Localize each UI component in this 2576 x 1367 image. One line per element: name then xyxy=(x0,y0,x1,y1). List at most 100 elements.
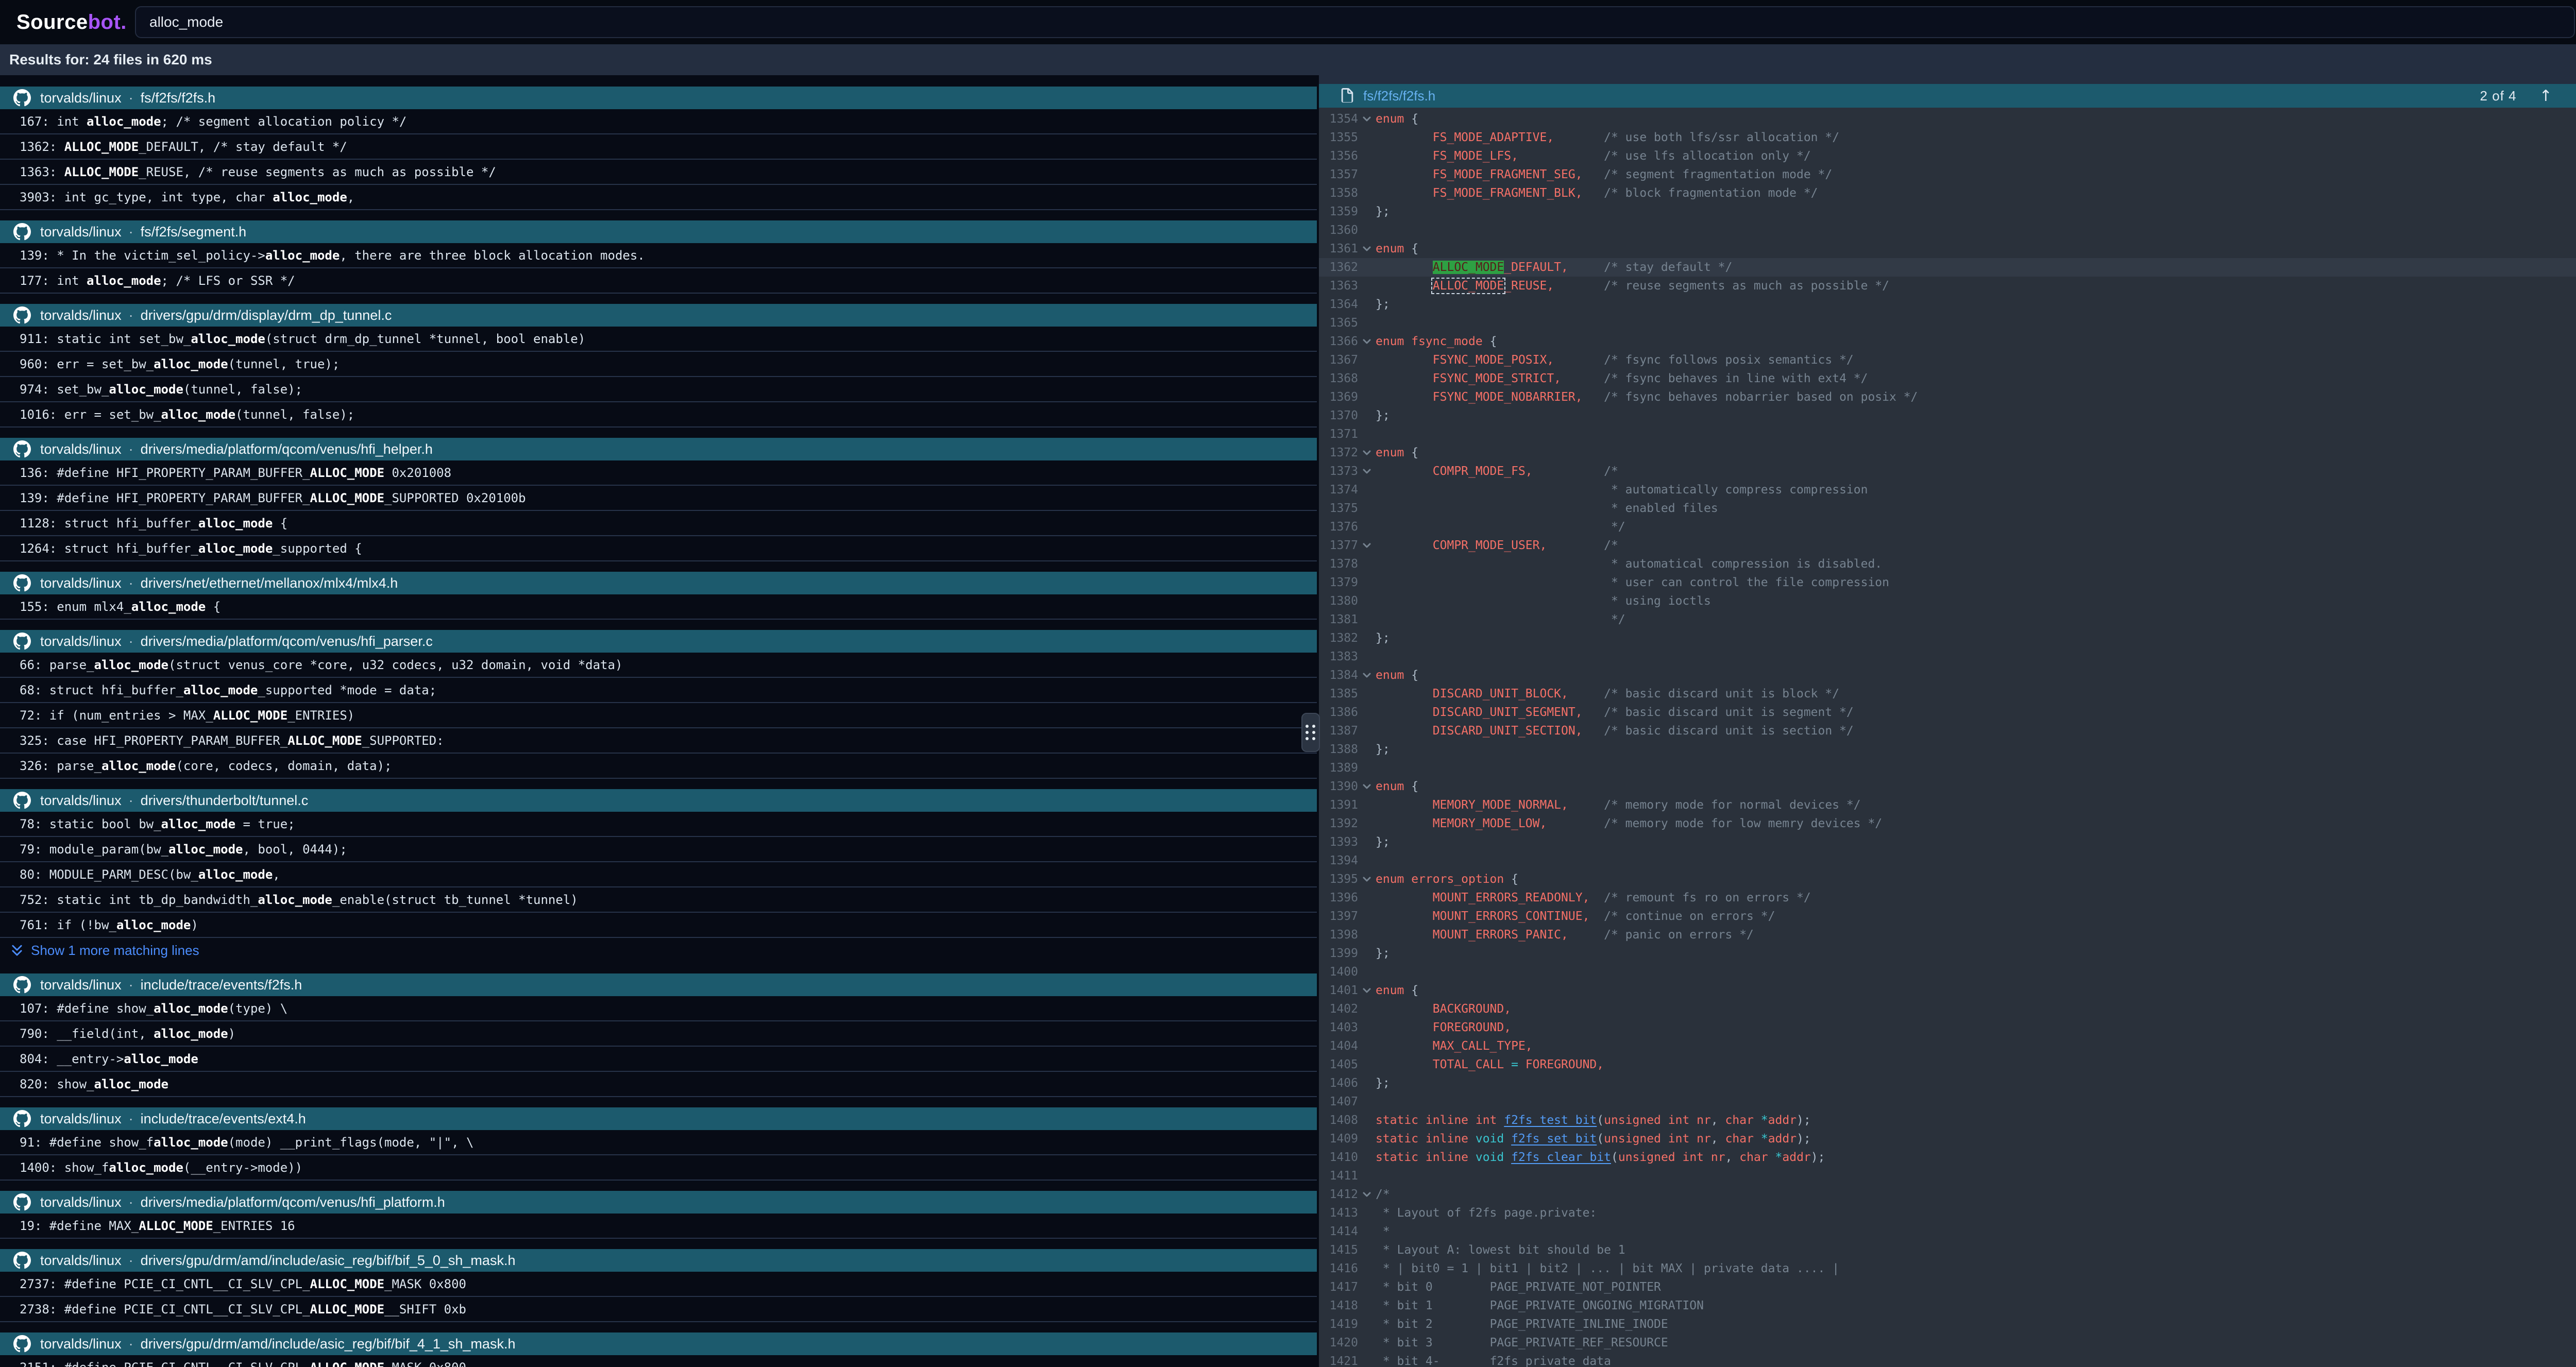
fold-chevron-icon[interactable] xyxy=(1362,448,1371,457)
line-number: 1389 xyxy=(1319,759,1358,777)
github-icon xyxy=(13,976,31,994)
match-line-row[interactable]: 790: __field(int, alloc_mode) xyxy=(0,1021,1317,1047)
file-group-header[interactable]: torvalds/linux·drivers/gpu/drm/amd/inclu… xyxy=(0,1249,1317,1272)
file-group-header[interactable]: torvalds/linux·drivers/gpu/drm/amd/inclu… xyxy=(0,1332,1317,1355)
match-line-row[interactable]: 72: if (num_entries > MAX_ALLOC_MODE_ENT… xyxy=(0,703,1317,728)
match-line-text: _MASK 0x800 xyxy=(384,1277,466,1291)
match-line-row[interactable]: 1264: struct hfi_buffer_alloc_mode_suppo… xyxy=(0,536,1317,561)
match-line-row[interactable]: 139: #define HFI_PROPERTY_PARAM_BUFFER_A… xyxy=(0,486,1317,511)
code-line: 1406}; xyxy=(1319,1074,2576,1092)
match-line-row[interactable]: 78: static bool bw_alloc_mode = true; xyxy=(0,812,1317,837)
code-line: 1400 xyxy=(1319,963,2576,981)
match-line-row[interactable]: 960: err = set_bw_alloc_mode(tunnel, tru… xyxy=(0,352,1317,377)
match-line-row[interactable]: 66: parse_alloc_mode(struct venus_core *… xyxy=(0,653,1317,678)
fold-chevron-icon[interactable] xyxy=(1362,986,1371,995)
match-highlight: alloc_mode xyxy=(87,274,161,288)
file-group-header[interactable]: torvalds/linux·fs/f2fs/f2fs.h xyxy=(0,87,1317,109)
preview-file-path-link[interactable]: fs/f2fs/f2fs.h xyxy=(1363,88,1435,104)
match-line-row[interactable]: 167: int alloc_mode; /* segment allocati… xyxy=(0,109,1317,134)
match-line-row[interactable]: 139: * In the victim_sel_policy->alloc_m… xyxy=(0,243,1317,268)
fold-chevron-icon[interactable] xyxy=(1362,337,1371,346)
line-number: 1391 xyxy=(1319,796,1358,814)
fold-chevron-icon[interactable] xyxy=(1362,875,1371,884)
operator-token: * xyxy=(1761,1132,1768,1146)
keyword-token: char xyxy=(1739,1151,1775,1164)
code-line: 1391 MEMORY_MODE_NORMAL, /* memory mode … xyxy=(1319,796,2576,814)
file-group-header[interactable]: torvalds/linux·include/trace/events/f2fs… xyxy=(0,973,1317,996)
code-token xyxy=(1589,910,1604,923)
match-line-row[interactable]: 107: #define show_alloc_mode(type) \ xyxy=(0,996,1317,1021)
sourcebot-logo[interactable]: Sourcebot. xyxy=(16,11,127,34)
match-line-row[interactable]: 3903: int gc_type, int type, char alloc_… xyxy=(0,185,1317,210)
comment-token: /* basic discard unit is section */ xyxy=(1604,724,1854,738)
match-line-row[interactable]: 1363: ALLOC_MODE_REUSE, /* reuse segment… xyxy=(0,160,1317,185)
match-line-row[interactable]: 1362: ALLOC_MODE_DEFAULT, /* stay defaul… xyxy=(0,134,1317,160)
code-line: 1373 COMPR_MODE_FS, /* xyxy=(1319,462,2576,481)
file-group-header[interactable]: torvalds/linux·drivers/net/ethernet/mell… xyxy=(0,572,1317,594)
code-line: 1372enum { xyxy=(1319,443,2576,462)
comment-token: * bit 3 PAGE_PRIVATE_REF_RESOURCE xyxy=(1376,1336,1668,1349)
file-group-header[interactable]: torvalds/linux·drivers/media/platform/qc… xyxy=(0,438,1317,460)
match-line-row[interactable]: 325: case HFI_PROPERTY_PARAM_BUFFER_ALLO… xyxy=(0,728,1317,754)
file-group-header[interactable]: torvalds/linux·drivers/media/platform/qc… xyxy=(0,630,1317,653)
match-line-row[interactable]: 1016: err = set_bw_alloc_mode(tunnel, fa… xyxy=(0,402,1317,428)
fold-chevron-icon[interactable] xyxy=(1362,671,1371,680)
previous-match-icon[interactable]: ↑ xyxy=(2539,87,2552,105)
file-group-header[interactable]: torvalds/linux·drivers/media/platform/qc… xyxy=(0,1191,1317,1214)
match-line-number: 3903: xyxy=(20,190,64,204)
fold-chevron-icon[interactable] xyxy=(1362,782,1371,791)
file-group-header[interactable]: torvalds/linux·drivers/gpu/drm/display/d… xyxy=(0,304,1317,327)
match-line-row[interactable]: 804: __entry->alloc_mode xyxy=(0,1047,1317,1072)
show-more-matches-link[interactable]: Show 1 more matching lines xyxy=(0,938,1317,963)
match-line-row[interactable]: 19: #define MAX_ALLOC_MODE_ENTRIES 16 xyxy=(0,1214,1317,1239)
operator-token: void xyxy=(1476,1151,1511,1164)
code-line: 1401enum { xyxy=(1319,981,2576,1000)
match-line-row[interactable]: 155: enum mlx4_alloc_mode { xyxy=(0,594,1317,620)
path-separator: · xyxy=(129,1111,133,1127)
match-line-text: if (num_entries > MAX_ xyxy=(49,708,213,723)
match-line-row[interactable]: 2738: #define PCIE_CI_CNTL__CI_SLV_CPL_A… xyxy=(0,1297,1317,1322)
code-line: 1386 DISCARD_UNIT_SEGMENT, /* basic disc… xyxy=(1319,703,2576,722)
line-number: 1385 xyxy=(1319,685,1358,703)
line-number: 1390 xyxy=(1319,777,1358,796)
file-path: drivers/gpu/drm/display/drm_dp_tunnel.c xyxy=(141,307,392,323)
match-line-row[interactable]: 80: MODULE_PARM_DESC(bw_alloc_mode, xyxy=(0,862,1317,887)
fold-chevron-icon[interactable] xyxy=(1362,1190,1371,1199)
match-line-row[interactable]: 2151: #define PCIE_CI_CNTL__CI_SLV_CPL_A… xyxy=(0,1355,1317,1367)
fold-chevron-icon[interactable] xyxy=(1362,114,1371,124)
fold-chevron-icon[interactable] xyxy=(1362,467,1371,476)
line-number: 1364 xyxy=(1319,295,1358,314)
match-line-row[interactable]: 79: module_param(bw_alloc_mode, bool, 04… xyxy=(0,837,1317,862)
match-line-row[interactable]: 68: struct hfi_buffer_alloc_mode_support… xyxy=(0,678,1317,703)
match-line-row[interactable]: 91: #define show_falloc_mode(mode) __pri… xyxy=(0,1130,1317,1155)
line-number: 1373 xyxy=(1319,462,1358,481)
match-line-row[interactable]: 326: parse_alloc_mode(core, codecs, doma… xyxy=(0,754,1317,779)
keyword-token: addr xyxy=(1782,1151,1810,1164)
file-group-header[interactable]: torvalds/linux·drivers/thunderbolt/tunne… xyxy=(0,789,1317,812)
search-input[interactable] xyxy=(135,6,2575,38)
fold-chevron-icon[interactable] xyxy=(1362,541,1371,550)
line-number: 1418 xyxy=(1319,1296,1358,1315)
match-highlight: alloc_mode xyxy=(198,867,273,882)
code-text: TOTAL_CALL = FOREGROUND, xyxy=(1376,1055,1604,1074)
code-line: 1385 DISCARD_UNIT_BLOCK, /* basic discar… xyxy=(1319,685,2576,703)
match-line-row[interactable]: 761: if (!bw_alloc_mode) xyxy=(0,913,1317,938)
match-line-row[interactable]: 752: static int tb_dp_bandwidth_alloc_mo… xyxy=(0,887,1317,913)
line-number: 1395 xyxy=(1319,870,1358,888)
match-line-row[interactable]: 2737: #define PCIE_CI_CNTL__CI_SLV_CPL_A… xyxy=(0,1272,1317,1297)
code-line: 1368 FSYNC_MODE_STRICT, /* fsync behaves… xyxy=(1319,369,2576,388)
line-number: 1414 xyxy=(1319,1222,1358,1241)
match-line-row[interactable]: 177: int alloc_mode; /* LFS or SSR */ xyxy=(0,268,1317,294)
file-group-header[interactable]: torvalds/linux·fs/f2fs/segment.h xyxy=(0,220,1317,243)
match-line-row[interactable]: 1128: struct hfi_buffer_alloc_mode { xyxy=(0,511,1317,536)
match-line-row[interactable]: 136: #define HFI_PROPERTY_PARAM_BUFFER_A… xyxy=(0,460,1317,486)
fold-chevron-icon[interactable] xyxy=(1362,244,1371,253)
match-line-row[interactable]: 911: static int set_bw_alloc_mode(struct… xyxy=(0,327,1317,352)
match-line-row[interactable]: 974: set_bw_alloc_mode(tunnel, false); xyxy=(0,377,1317,402)
match-line-row[interactable]: 1400: show_falloc_mode(__entry->mode)) xyxy=(0,1155,1317,1181)
file-group-header[interactable]: torvalds/linux·include/trace/events/ext4… xyxy=(0,1107,1317,1130)
code-text: * Layout A: lowest bit should be 1 xyxy=(1376,1241,1625,1259)
match-line-text: (tunnel, true); xyxy=(228,357,340,371)
match-line-row[interactable]: 820: show_alloc_mode xyxy=(0,1072,1317,1097)
panel-resize-handle[interactable] xyxy=(1301,713,1320,752)
